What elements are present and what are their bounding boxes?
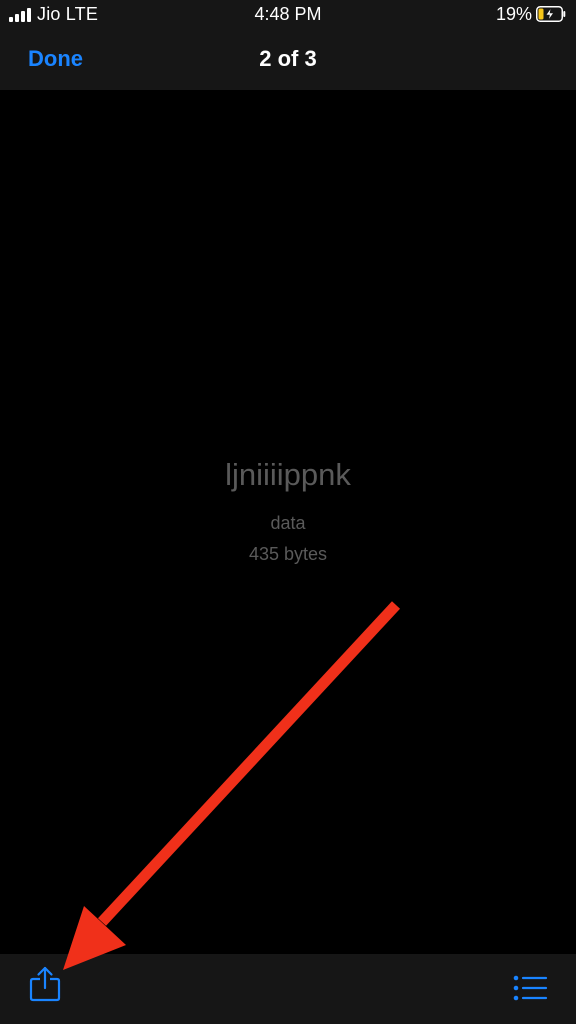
share-icon[interactable] (28, 966, 62, 1002)
battery-charging-icon (536, 6, 566, 22)
file-preview-area: ljniiiippnk data 435 bytes (0, 90, 576, 954)
file-type: data (270, 513, 306, 533)
navigation-bar: Done 2 of 3 (0, 30, 576, 90)
status-time: 4:48 PM (254, 4, 322, 24)
bottom-toolbar (0, 954, 576, 1024)
file-size: 435 bytes (248, 544, 328, 564)
file-name: ljniiiippnk (225, 457, 351, 492)
list-icon[interactable] (512, 974, 548, 1002)
status-bar: Jio LTE 4:48 PM 19% (0, 0, 576, 30)
battery-percentage: 19% (495, 4, 532, 24)
page-counter-title: 2 of 3 (259, 46, 317, 71)
